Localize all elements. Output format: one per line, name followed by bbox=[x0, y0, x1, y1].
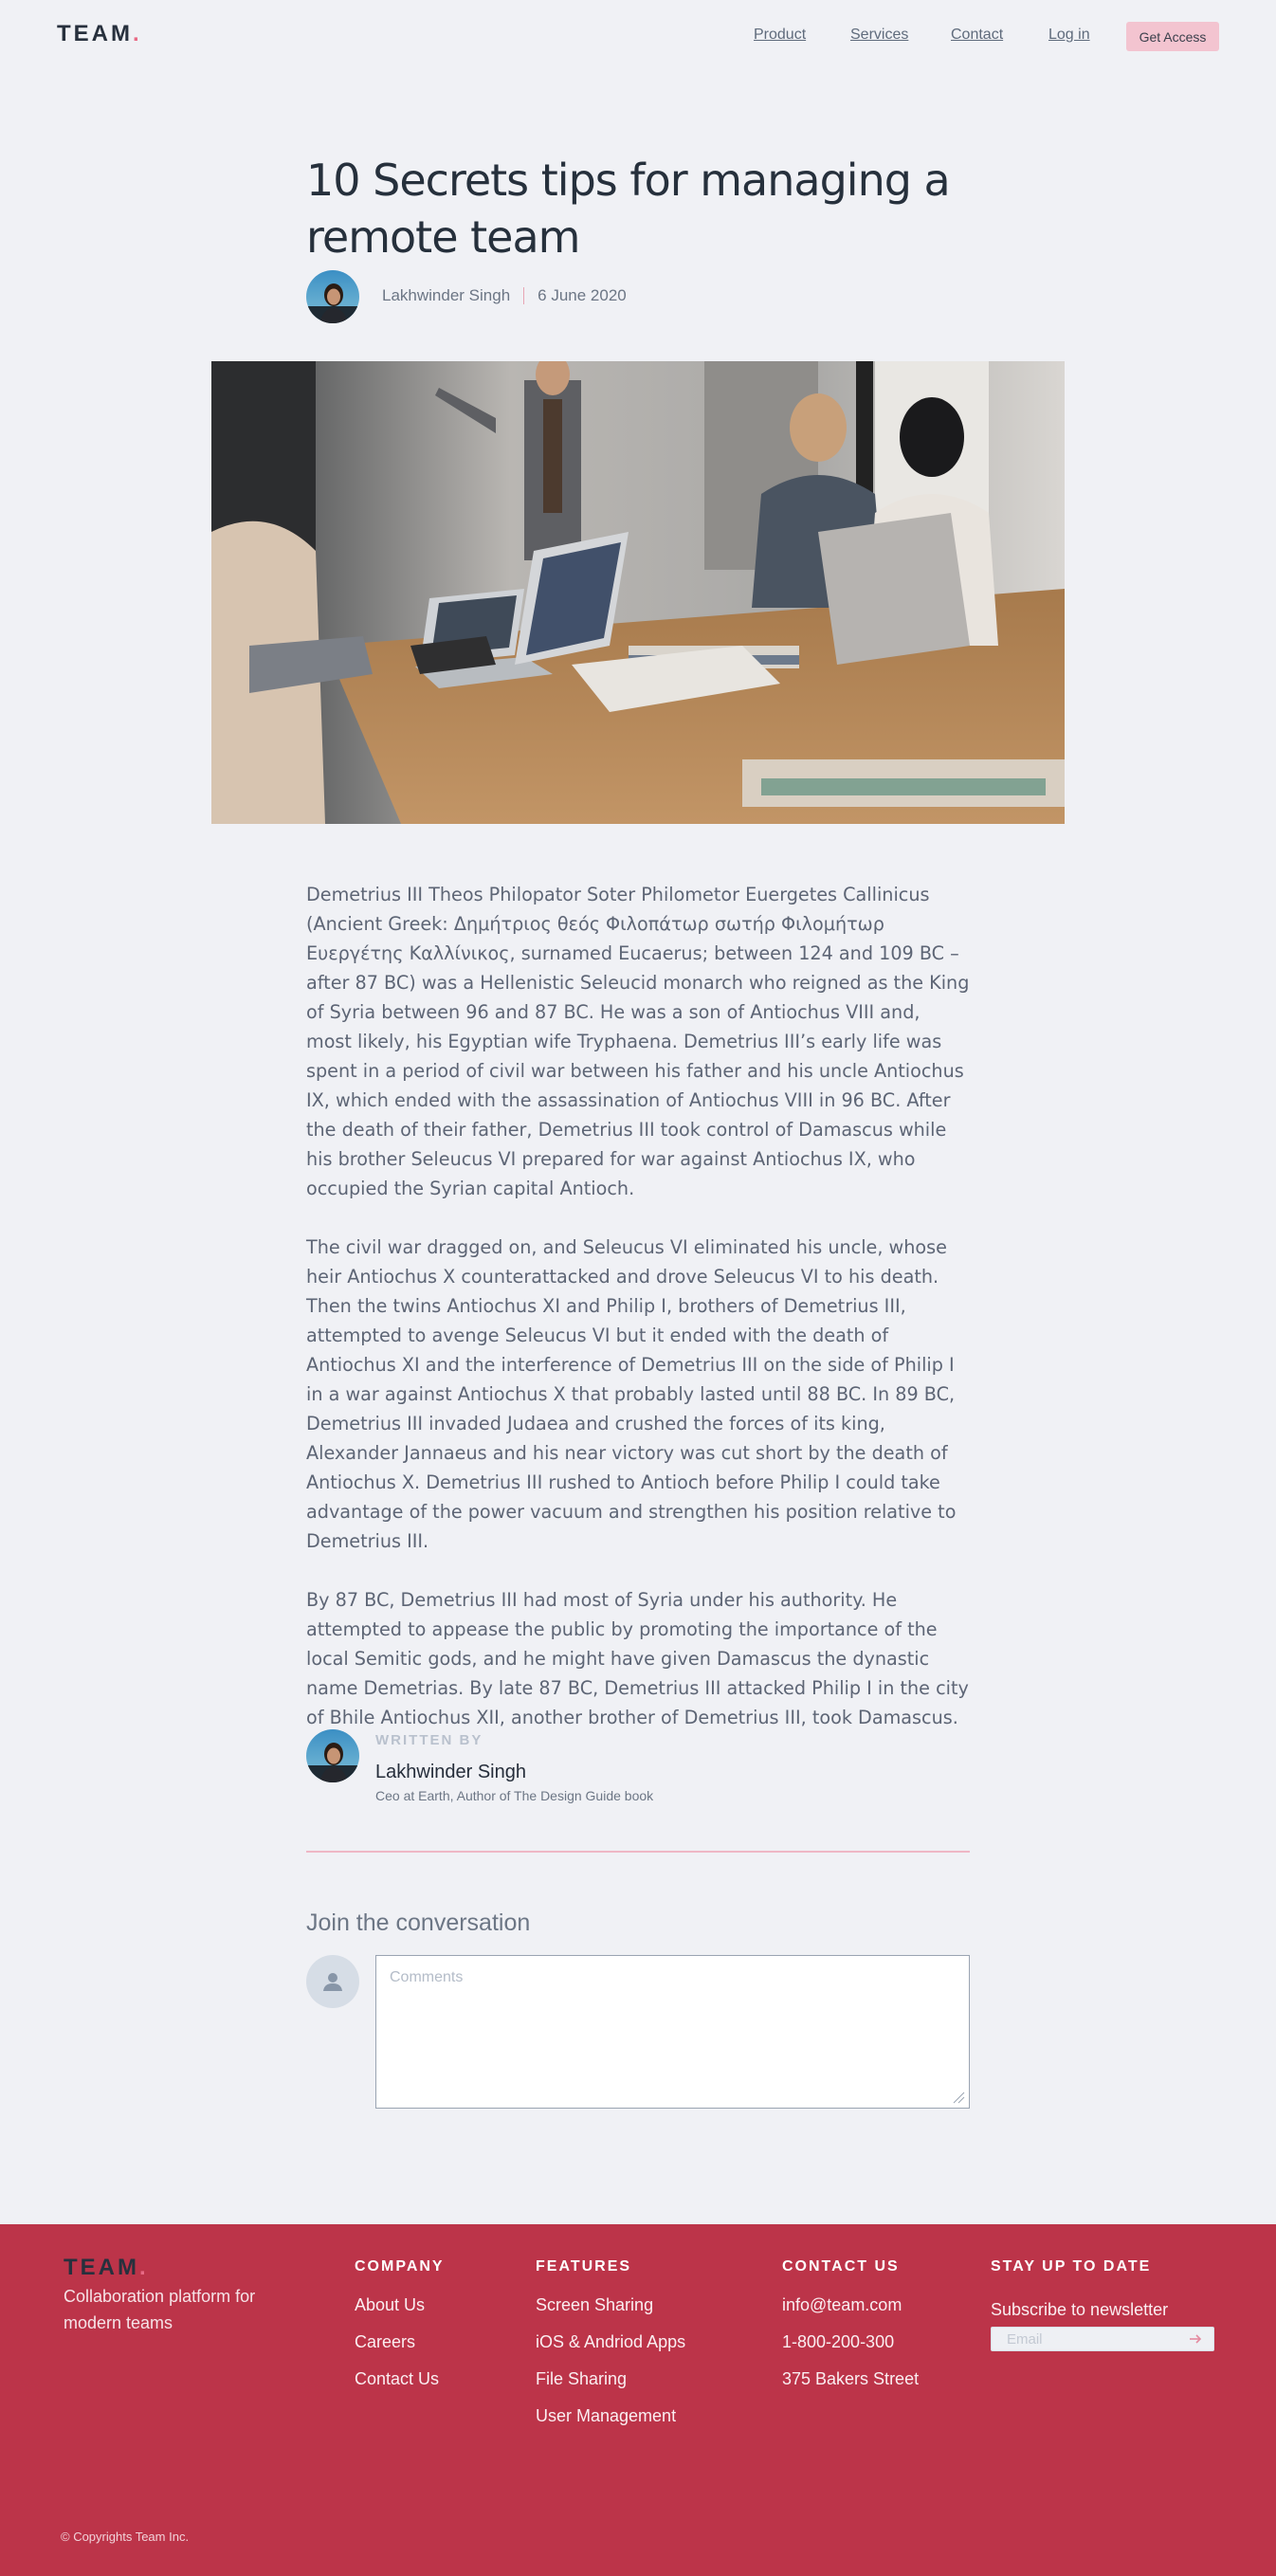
comments-heading: Join the conversation bbox=[306, 1909, 531, 1936]
written-by-block: WRITTEN BY Lakhwinder Singh Ceo at Earth… bbox=[306, 1729, 970, 1805]
nav-link-contact[interactable]: Contact bbox=[951, 27, 1003, 44]
get-access-button[interactable]: Get Access bbox=[1126, 22, 1219, 51]
footer-heading-contact: CONTACT US bbox=[782, 2258, 900, 2275]
logo-dot: . bbox=[133, 21, 142, 46]
footer-tagline: Collaboration platform for modern teams bbox=[64, 2287, 256, 2332]
footer-logo-dot: . bbox=[139, 2255, 149, 2280]
article-paragraph: By 87 BC, Demetrius III had most of Syri… bbox=[306, 1589, 969, 1728]
logo-text: TEAM bbox=[57, 21, 133, 46]
hero-image bbox=[211, 361, 1065, 824]
copyright: © Copyrights Team Inc. bbox=[61, 2530, 190, 2544]
nav-link-services[interactable]: Services bbox=[850, 27, 908, 44]
footer-link-screen-sharing[interactable]: Screen Sharing bbox=[536, 2295, 653, 2315]
meta-divider bbox=[523, 287, 525, 304]
footer-link-careers[interactable]: Careers bbox=[355, 2332, 415, 2352]
written-by-label: WRITTEN BY bbox=[375, 1732, 483, 1748]
footer-contact-phone[interactable]: 1-800-200-300 bbox=[782, 2332, 894, 2352]
newsletter-label: Subscribe to newsletter bbox=[991, 2300, 1169, 2319]
footer-logo-text: TEAM bbox=[64, 2255, 139, 2280]
written-by-bio: Ceo at Earth, Author of The Design Guide… bbox=[375, 1788, 654, 1803]
footer-link-contact-us[interactable]: Contact Us bbox=[355, 2369, 439, 2389]
publish-date: 6 June 2020 bbox=[538, 286, 627, 304]
arrow-right-icon[interactable] bbox=[1187, 2330, 1204, 2348]
article-meta: Lakhwinder Singh 6 June 2020 bbox=[382, 286, 627, 305]
footer-contact-address: 375 Bakers Street bbox=[782, 2369, 920, 2388]
footer-heading-newsletter: STAY UP TO DATE bbox=[991, 2258, 1152, 2275]
article-body: Demetrius III Theos Philopator Soter Phi… bbox=[306, 880, 970, 1762]
article-title: 10 Secrets tips for managing a remote te… bbox=[306, 155, 951, 263]
author-name[interactable]: Lakhwinder Singh bbox=[382, 286, 510, 305]
footer-link-apps[interactable]: iOS & Andriod Apps bbox=[536, 2332, 685, 2352]
resize-grip-icon[interactable] bbox=[952, 2091, 965, 2104]
comment-textarea[interactable] bbox=[375, 1955, 970, 2109]
user-icon bbox=[306, 1955, 359, 2008]
logo[interactable]: TEAM. bbox=[57, 21, 142, 47]
article-paragraph: Demetrius III Theos Philopator Soter Phi… bbox=[306, 884, 970, 1199]
footer-link-user-management[interactable]: User Management bbox=[536, 2406, 676, 2426]
nav-link-product[interactable]: Product bbox=[754, 27, 806, 44]
article-paragraph: The civil war dragged on, and Seleucus V… bbox=[306, 1236, 957, 1552]
newsletter-email-input[interactable] bbox=[991, 2327, 1214, 2351]
footer-logo[interactable]: TEAM. bbox=[64, 2255, 149, 2281]
section-divider bbox=[306, 1851, 970, 1853]
author-avatar bbox=[306, 1729, 359, 1782]
footer-contact-email[interactable]: info@team.com bbox=[782, 2295, 902, 2315]
site-header: TEAM. Product Services Contact Log in Ge… bbox=[0, 0, 1276, 72]
footer-link-file-sharing[interactable]: File Sharing bbox=[536, 2369, 627, 2389]
footer-heading-company: COMPANY bbox=[355, 2258, 445, 2275]
author-avatar bbox=[306, 270, 359, 323]
footer-heading-features: FEATURES bbox=[536, 2258, 632, 2275]
written-by-name[interactable]: Lakhwinder Singh bbox=[375, 1762, 526, 1783]
site-footer: TEAM. Collaboration platform for modern … bbox=[0, 2224, 1276, 2576]
nav-link-login[interactable]: Log in bbox=[1048, 27, 1090, 44]
footer-link-about[interactable]: About Us bbox=[355, 2295, 425, 2315]
